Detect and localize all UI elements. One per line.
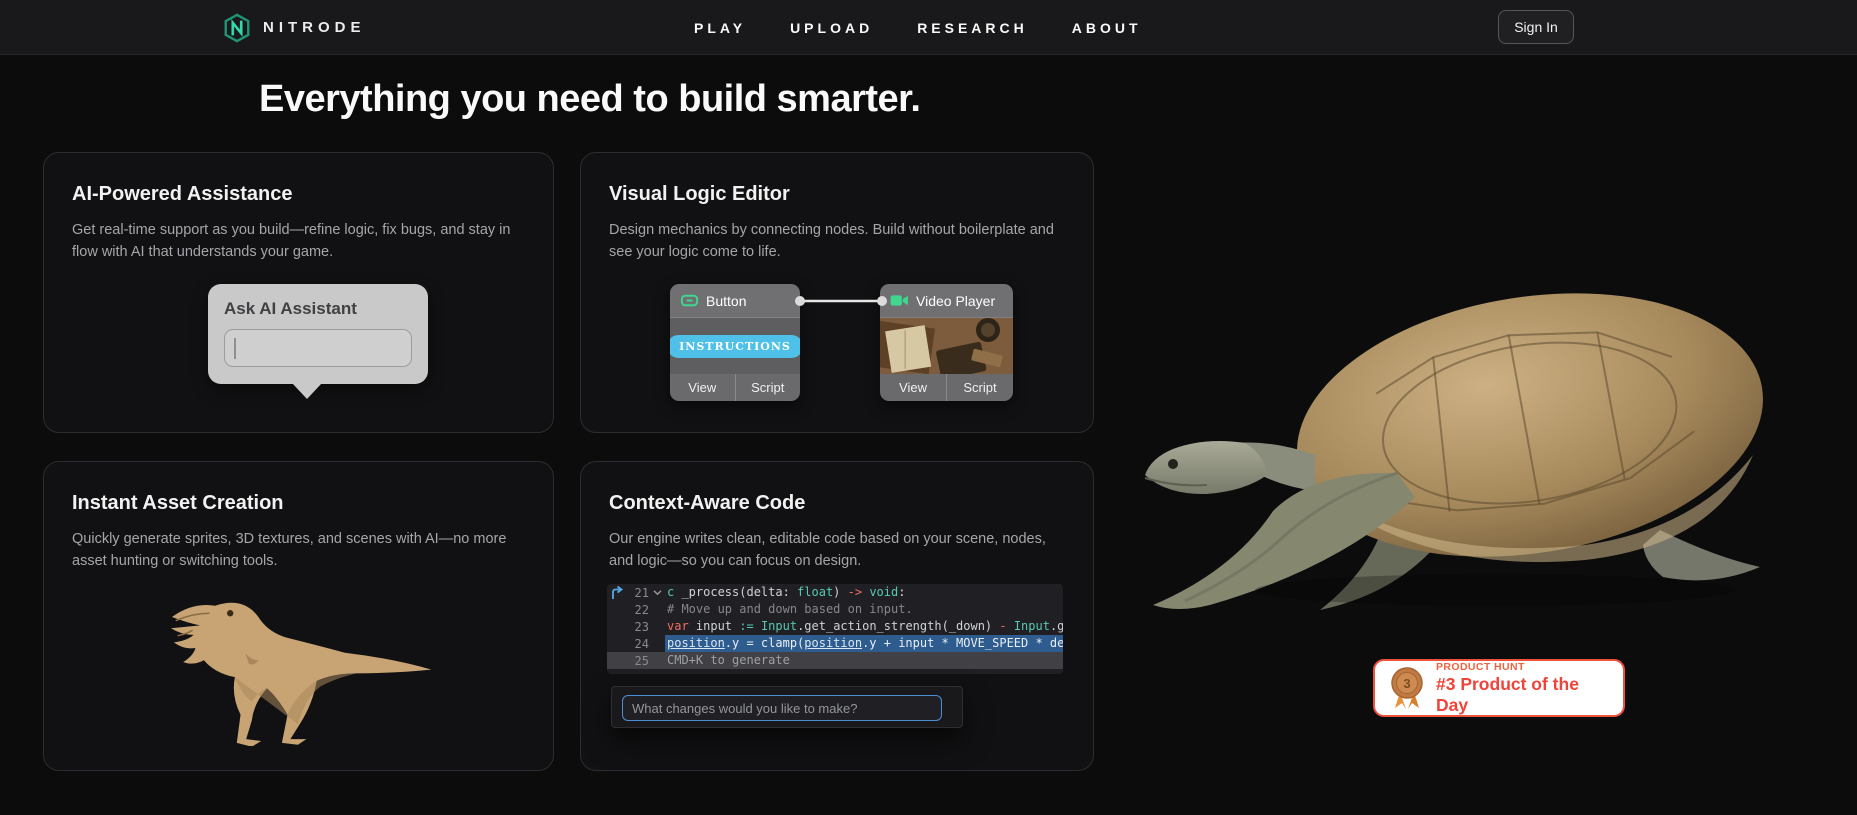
turtle-render [1115, 245, 1770, 615]
code-token: input [689, 619, 740, 633]
code-line: 22 # Move up and down based on input. [607, 601, 1063, 618]
node-video-header: Video Player [880, 284, 1013, 318]
nav-link-play[interactable]: PLAY [694, 20, 746, 36]
node-button: Button Instructions View Script [670, 284, 800, 401]
code-token: .ge [1050, 619, 1063, 633]
button-icon [680, 291, 699, 310]
sign-in-button[interactable]: Sign In [1498, 10, 1574, 44]
code-line: 21 c _process(delta: float) -> void: [607, 584, 1063, 601]
instructions-badge: Instructions [670, 335, 800, 358]
code-token: position [804, 636, 862, 650]
node-video-tabs: View Script [880, 374, 1013, 401]
card-title: Instant Asset Creation [72, 492, 525, 515]
nav-link-research[interactable]: RESEARCH [917, 20, 1028, 36]
line-number: 24 [627, 637, 649, 651]
top-nav: NITRODE PLAY UPLOAD RESEARCH ABOUT Sign … [0, 0, 1857, 55]
line-number: 23 [627, 620, 649, 634]
code-editor: 21 c _process(delta: float) -> void: 22 … [607, 584, 1063, 674]
code-line-ghost: 25 CMD+K to generate [607, 652, 1063, 669]
tab-script[interactable]: Script [946, 374, 1013, 401]
node-video-body [880, 318, 1013, 374]
brand-name: NITRODE [263, 19, 366, 36]
product-hunt-award: #3 Product of the Day [1436, 674, 1609, 716]
card-title: AI-Powered Assistance [72, 183, 525, 206]
code-token: .y = clamp( [725, 636, 804, 650]
card-instant-asset-creation: Instant Asset Creation Quickly generate … [43, 461, 554, 771]
code-token: .get_action_strength(_down) [797, 619, 999, 633]
bronze-medal-icon: 3 [1389, 666, 1425, 710]
card-ai-assistance: AI-Powered Assistance Get real-time supp… [43, 152, 554, 433]
code-token: CMD+K to generate [667, 653, 790, 667]
nav-links: PLAY UPLOAD RESEARCH ABOUT [694, 0, 1142, 55]
trex-render [155, 581, 437, 746]
code-token: .y + input * MOVE_SPEED * del [862, 636, 1063, 650]
line-number: 25 [627, 654, 649, 668]
cmdk-prompt-panel [611, 686, 963, 728]
video-camera-icon [890, 293, 909, 308]
card-title: Visual Logic Editor [609, 183, 1065, 206]
card-description: Design mechanics by connecting nodes. Bu… [609, 219, 1065, 263]
code-token: c [667, 585, 681, 599]
code-text: CMD+K to generate [665, 652, 1063, 669]
nav-link-upload[interactable]: UPLOAD [790, 20, 873, 36]
code-token: Input [1014, 619, 1050, 633]
card-description: Get real-time support as you build—refin… [72, 219, 525, 263]
tab-view[interactable]: View [670, 374, 735, 401]
brand[interactable]: NITRODE [222, 0, 366, 55]
code-token: _process [681, 585, 739, 599]
product-hunt-badge[interactable]: 3 PRODUCT HUNT #3 Product of the Day [1373, 659, 1625, 717]
blue-return-arrow-icon [607, 586, 627, 600]
product-hunt-text: PRODUCT HUNT #3 Product of the Day [1436, 661, 1609, 716]
nitrode-logo-icon [222, 13, 252, 43]
code-token: ) [833, 585, 847, 599]
cmdk-prompt-input[interactable] [622, 695, 942, 721]
ai-assistant-input[interactable] [224, 329, 412, 367]
ai-assistant-bubble: Ask AI Assistant [208, 284, 428, 384]
page-title: Everything you need to build smarter. [259, 78, 920, 121]
node-title: Button [706, 293, 746, 309]
page: NITRODE PLAY UPLOAD RESEARCH ABOUT Sign … [0, 0, 1857, 815]
svg-text:3: 3 [1403, 676, 1410, 691]
code-token: := [739, 619, 761, 633]
node-button-header: Button [670, 284, 800, 318]
node-button-body: Instructions [670, 318, 800, 374]
code-text: var input := Input.get_action_strength(_… [665, 618, 1063, 635]
chevron-down-icon[interactable] [649, 589, 665, 596]
tab-script[interactable]: Script [735, 374, 801, 401]
line-number: 21 [627, 586, 649, 600]
code-token: - [999, 619, 1013, 633]
code-line: 23 var input := Input.get_action_strengt… [607, 618, 1063, 635]
node-video-player: Video Player View Script [880, 284, 1013, 401]
line-number: 22 [627, 603, 649, 617]
code-token: float [797, 585, 833, 599]
code-token: void [869, 585, 898, 599]
code-token: var [667, 619, 689, 633]
card-context-aware-code: Context-Aware Code Our engine writes cle… [580, 461, 1094, 771]
code-token: Input [761, 619, 797, 633]
card-visual-logic-editor: Visual Logic Editor Design mechanics by … [580, 152, 1094, 433]
code-token: (delta: [739, 585, 797, 599]
product-hunt-kicker: PRODUCT HUNT [1436, 661, 1609, 673]
node-title: Video Player [916, 293, 995, 309]
nav-link-about[interactable]: ABOUT [1072, 20, 1142, 36]
code-line-highlighted: 24 position.y = clamp(position.y + input… [607, 635, 1063, 652]
node-button-tabs: View Script [670, 374, 800, 401]
tab-view[interactable]: View [880, 374, 946, 401]
code-token: : [898, 585, 905, 599]
code-token: # Move up and down based on input. [667, 602, 913, 616]
code-text: c _process(delta: float) -> void: [665, 584, 1063, 601]
card-description: Our engine writes clean, editable code b… [609, 528, 1065, 572]
code-text: # Move up and down based on input. [665, 601, 1063, 618]
ai-assistant-label: Ask AI Assistant [224, 299, 412, 319]
code-token: position [667, 636, 725, 650]
code-token: -> [848, 585, 870, 599]
node-connector [791, 293, 891, 309]
card-description: Quickly generate sprites, 3D textures, a… [72, 528, 525, 572]
code-text: position.y = clamp(position.y + input * … [665, 635, 1063, 652]
video-thumbnail [880, 318, 1013, 374]
card-title: Context-Aware Code [609, 492, 1065, 515]
text-caret [234, 338, 236, 359]
